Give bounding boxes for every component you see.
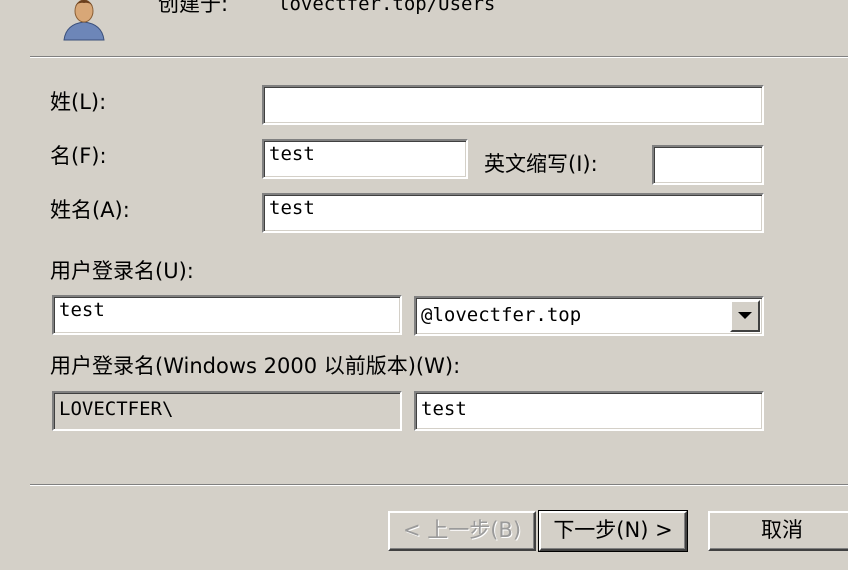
cancel-button[interactable]: 取消	[708, 511, 848, 551]
back-button: < 上一步(B)	[388, 511, 536, 551]
created-in-label: 创建于:	[158, 0, 229, 16]
first-name-label: 名(F):	[50, 144, 107, 168]
chevron-down-icon[interactable]	[730, 300, 760, 332]
initials-label: 英文缩写(I):	[484, 152, 598, 176]
pre2000-domain-field: LOVECTFER\	[52, 391, 402, 431]
user-icon	[58, 0, 110, 42]
created-in-path: lovectfer.top/Users	[278, 0, 496, 15]
full-name-label: 姓名(A):	[50, 198, 130, 222]
footer-divider	[30, 484, 848, 486]
upn-suffix-value: @lovectfer.top	[421, 304, 582, 326]
logon-name-field[interactable]: test	[52, 295, 402, 335]
pre2000-label: 用户登录名(Windows 2000 以前版本)(W):	[50, 354, 461, 378]
full-name-field[interactable]: test	[262, 193, 764, 233]
first-name-field[interactable]: test	[262, 139, 468, 179]
pre2000-name-field[interactable]: test	[414, 391, 764, 431]
logon-name-label: 用户登录名(U):	[50, 259, 194, 283]
header-divider	[30, 56, 848, 58]
initials-field[interactable]	[652, 145, 764, 185]
last-name-field[interactable]	[262, 85, 764, 125]
upn-suffix-select[interactable]: @lovectfer.top	[414, 296, 764, 336]
last-name-label: 姓(L):	[50, 90, 107, 114]
next-button[interactable]: 下一步(N) >	[538, 510, 688, 552]
